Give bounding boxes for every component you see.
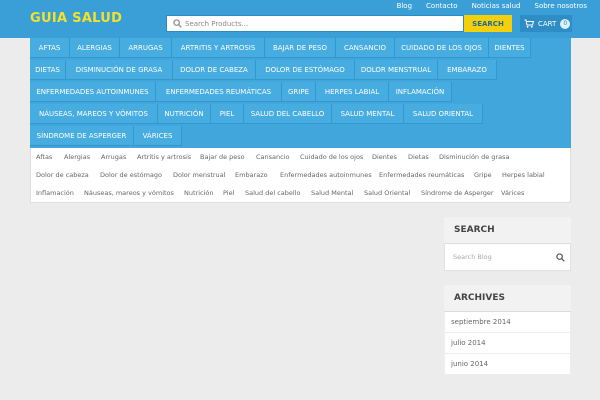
archive-link[interactable]: junio 2014 — [444, 354, 571, 375]
top-link-noticias[interactable]: Noticias salud — [472, 2, 521, 10]
tag-link[interactable]: Inflamación — [36, 189, 74, 197]
tag-link[interactable]: Piel — [223, 189, 234, 197]
product-search-input[interactable] — [185, 17, 435, 30]
tag-link[interactable]: Salud Mental — [311, 189, 353, 197]
category-button[interactable]: DOLOR DE ESTÓMAGO — [256, 60, 355, 80]
category-button[interactable]: CUIDADO DE LOS OJOS — [395, 38, 489, 58]
category-button[interactable]: DOLOR DE CABEZA — [173, 60, 256, 80]
top-link-blog[interactable]: Blog — [397, 2, 412, 10]
top-link-sobre[interactable]: Sobre nosotros — [535, 2, 587, 10]
tag-link[interactable]: Dolor de cabeza — [36, 171, 89, 179]
category-button[interactable]: NUTRICIÓN — [158, 104, 211, 124]
archive-link[interactable]: septiembre 2014 — [444, 312, 571, 333]
tag-link[interactable]: Arrugas — [101, 153, 126, 161]
tag-link[interactable]: Síndrome de Asperger — [421, 189, 494, 197]
tag-link[interactable]: Náuseas, mareos y vómitos — [84, 189, 174, 197]
site-logo[interactable]: GUIA SALUD — [30, 11, 122, 26]
blog-search-input[interactable] — [444, 244, 571, 271]
category-button[interactable]: HERPES LABIAL — [316, 82, 389, 102]
cart-button[interactable]: CART 0 — [520, 15, 572, 32]
category-button[interactable]: SALUD MENTAL — [332, 104, 404, 124]
tag-link[interactable]: Alergias — [64, 153, 90, 161]
category-button[interactable]: ENFERMEDADES AUTOINMUNES — [30, 82, 156, 102]
tag-link[interactable]: Disminución de grasa — [439, 153, 509, 161]
tag-link[interactable]: Enfermedades reumáticas — [379, 171, 464, 179]
category-button[interactable]: DIETAS — [30, 60, 66, 80]
tag-cloud: Aftas Alergias Arrugas Artritis y artros… — [30, 148, 571, 203]
category-menu: AFTAS ALERGIAS ARRUGAS ARTRITIS Y ARTROS… — [30, 38, 571, 148]
blog-search-box — [444, 244, 571, 271]
product-search-box — [166, 15, 464, 32]
category-button[interactable]: INFLAMACIÓN — [389, 82, 452, 102]
category-button[interactable]: ARTRITIS Y ARTROSIS — [172, 38, 265, 58]
category-button[interactable]: ALERGIAS — [70, 38, 120, 58]
tag-link[interactable]: Artritis y artrosis — [137, 153, 191, 161]
category-button[interactable]: VÁRICES — [134, 126, 182, 146]
tag-link[interactable]: Dietas — [408, 153, 429, 161]
tag-link[interactable]: Embarazo — [235, 171, 268, 179]
search-button[interactable]: SEARCH — [464, 15, 512, 32]
category-button[interactable]: SALUD ORIENTAL — [404, 104, 483, 124]
tag-link[interactable]: Dolor menstrual — [173, 171, 225, 179]
tag-link[interactable]: Bajar de peso — [200, 153, 245, 161]
search-widget: SEARCH — [444, 217, 571, 271]
tag-link[interactable]: Cuidado de los ojos — [300, 153, 363, 161]
cart-count-badge: 0 — [560, 18, 571, 29]
category-button[interactable]: GRIPE — [282, 82, 316, 102]
category-button[interactable]: AFTAS — [30, 38, 70, 58]
tag-link[interactable]: Dolor de estómago — [100, 171, 162, 179]
tag-link[interactable]: Herpes labial — [502, 171, 545, 179]
category-button[interactable]: DISMINUCIÓN DE GRASA — [66, 60, 173, 80]
search-widget-title: SEARCH — [444, 217, 571, 244]
category-button[interactable]: DOLOR MENSTRUAL — [355, 60, 438, 80]
category-button[interactable]: SÍNDROME DE ASPERGER — [30, 126, 134, 146]
tag-link[interactable]: Enfermedades autoinmunes — [280, 171, 372, 179]
tag-link[interactable]: Várices — [501, 189, 524, 197]
tag-link[interactable]: Cansancio — [256, 153, 290, 161]
category-button[interactable]: DIENTES — [489, 38, 531, 58]
category-button[interactable]: EMBARAZO — [438, 60, 497, 80]
top-nav: Blog Contacto Noticias salud Sobre nosot… — [397, 2, 587, 10]
search-icon — [173, 19, 182, 28]
category-button[interactable]: PIEL — [211, 104, 244, 124]
category-button[interactable]: BAJAR DE PESO — [265, 38, 336, 58]
category-button[interactable]: NÁUSEAS, MAREOS Y VÓMITOS — [30, 104, 158, 124]
cart-label: CART — [538, 19, 557, 28]
cart-icon — [524, 19, 534, 28]
archive-link[interactable]: julio 2014 — [444, 333, 571, 354]
archives-widget: ARCHIVES septiembre 2014 julio 2014 juni… — [444, 285, 571, 375]
tag-link[interactable]: Nutrición — [184, 189, 214, 197]
site-header: GUIA SALUD Blog Contacto Noticias salud … — [0, 0, 600, 38]
archives-widget-title: ARCHIVES — [444, 285, 571, 312]
tag-link[interactable]: Gripe — [474, 171, 492, 179]
category-button[interactable]: CANSANCIO — [336, 38, 395, 58]
top-link-contacto[interactable]: Contacto — [426, 2, 458, 10]
tag-link[interactable]: Salud Oriental — [364, 189, 410, 197]
tag-link[interactable]: Salud del cabello — [245, 189, 301, 197]
tag-link[interactable]: Dientes — [372, 153, 397, 161]
category-button[interactable]: ENFERMEDADES REUMÁTICAS — [156, 82, 282, 102]
category-button[interactable]: ARRUGAS — [120, 38, 172, 58]
search-icon[interactable] — [556, 253, 565, 262]
category-button[interactable]: SALUD DEL CABELLO — [244, 104, 332, 124]
tag-link[interactable]: Aftas — [36, 153, 52, 161]
